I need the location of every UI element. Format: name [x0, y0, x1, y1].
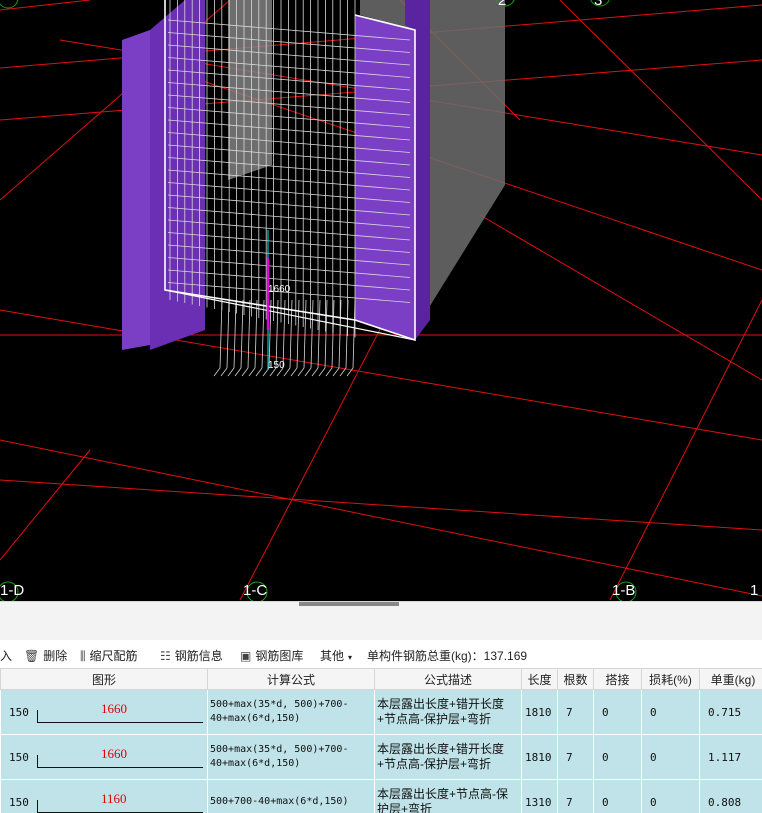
image-library-icon: ▣: [240, 649, 252, 663]
weight-cell[interactable]: 0.715: [699, 689, 762, 735]
rebar-toolbar: 入 🗑 删除 ⫼ 缩尺配筋 ☷ 钢筋信息 ▣ 钢筋图库 其他 ▾ 单构件钢筋总重(kg)：…: [0, 640, 762, 668]
delete-label: 删除: [43, 649, 68, 663]
axis-label-1d: 1-D: [0, 582, 25, 599]
trash-icon: 🗑: [24, 649, 40, 663]
weight-cell[interactable]: 0.808: [699, 779, 762, 813]
loss-cell[interactable]: 0: [641, 689, 700, 735]
loss-cell[interactable]: 0: [641, 779, 700, 813]
hook-length: 150: [9, 751, 29, 764]
formula-cell[interactable]: 500+max(35*d, 500)+700-40+max(6*d,150): [207, 734, 375, 780]
count-cell[interactable]: 7: [557, 689, 594, 735]
length-cell[interactable]: 1810: [521, 689, 558, 735]
description-cell[interactable]: 本层露出长度+节点高-保护层+弯折: [374, 779, 522, 813]
other-menu-button[interactable]: 其他 ▾: [320, 647, 352, 664]
header-count[interactable]: 根数: [557, 668, 594, 690]
lap-cell[interactable]: 0: [593, 779, 642, 813]
loss-cell[interactable]: 0: [641, 734, 700, 780]
header-weight[interactable]: 单重(kg): [699, 668, 762, 690]
header-lap[interactable]: 搭接: [593, 668, 642, 690]
table-row[interactable]: 150 1160 500+700-40+max(6*d,150) 本层露出长度+节…: [0, 779, 762, 813]
length-cell[interactable]: 1310: [521, 779, 558, 813]
description-cell[interactable]: 本层露出长度+错开长度+节点高-保护层+弯折: [374, 689, 522, 735]
total-weight-text: 单构件钢筋总重(kg)：137.169: [367, 649, 528, 663]
other-label: 其他: [320, 649, 345, 663]
count-cell[interactable]: 7: [557, 779, 594, 813]
shape-bar: [37, 767, 203, 768]
table-row[interactable]: 150 1660 500+max(35*d, 500)+700-40+max(6*…: [0, 734, 762, 780]
formula-cell[interactable]: 500+max(35*d, 500)+700-40+max(6*d,150): [207, 689, 375, 735]
description-cell[interactable]: 本层露出长度+错开长度+节点高-保护层+弯折: [374, 734, 522, 780]
shape-length: 1160: [101, 791, 127, 806]
dimension-150: 150: [268, 360, 285, 371]
rebar-info-button[interactable]: ☷ 钢筋信息: [160, 647, 223, 664]
wall-left-face: [122, 30, 150, 350]
3d-viewport[interactable]: 1-D 1-C 1-B 1 2 3 1660 150: [0, 0, 762, 601]
length-cell[interactable]: 1810: [521, 734, 558, 780]
rebar-table: 图形 计算公式 公式描述 长度 根数 搭接 损耗(%) 单重(kg) 150 16…: [0, 668, 762, 813]
panel-splitter[interactable]: [0, 601, 762, 641]
header-description[interactable]: 公式描述: [374, 668, 522, 690]
axis-label-1b: 1-B: [612, 582, 636, 599]
rebar-library-label: 钢筋图库: [255, 649, 304, 663]
bar-chart-icon: ⫼: [80, 649, 86, 663]
scale-rebar-label: 缩尺配筋: [89, 649, 138, 663]
model-drawing: [0, 0, 762, 601]
delete-button[interactable]: 🗑 删除: [24, 647, 67, 664]
rebar-info-label: 钢筋信息: [174, 649, 223, 663]
shape-bar: [37, 722, 203, 723]
shape-length: 1660: [101, 746, 127, 761]
toolbar-cut-item[interactable]: 入: [0, 647, 12, 664]
shape-length: 1660: [101, 701, 127, 716]
count-cell[interactable]: 7: [557, 734, 594, 780]
shape-cell[interactable]: 150 1160: [0, 779, 208, 813]
header-loss[interactable]: 损耗(%): [641, 668, 700, 690]
axis-label-top-3: 3: [594, 0, 603, 9]
header-formula[interactable]: 计算公式: [207, 668, 375, 690]
axis-label-top-2: 2: [498, 0, 507, 9]
header-length[interactable]: 长度: [521, 668, 558, 690]
shape-cell[interactable]: 150 1660: [0, 734, 208, 780]
axis-label-1: 1: [750, 582, 759, 599]
shape-cell[interactable]: 150 1660: [0, 689, 208, 735]
axis-label-1c: 1-C: [243, 582, 268, 599]
lap-cell[interactable]: 0: [593, 689, 642, 735]
dimension-1660: 1660: [268, 284, 291, 295]
table-row[interactable]: 150 1660 500+max(35*d, 500)+700-40+max(6*…: [0, 689, 762, 735]
rebar-library-button[interactable]: ▣ 钢筋图库: [240, 647, 303, 664]
scale-rebar-button[interactable]: ⫼ 缩尺配筋: [80, 647, 138, 664]
hook-length: 150: [9, 706, 29, 719]
lap-cell[interactable]: 0: [593, 734, 642, 780]
info-list-icon: ☷: [160, 649, 171, 663]
hook-length: 150: [9, 796, 29, 809]
splitter-grip[interactable]: [299, 602, 399, 606]
formula-cell[interactable]: 500+700-40+max(6*d,150): [207, 779, 375, 813]
chevron-down-icon: ▾: [348, 653, 353, 662]
header-shape[interactable]: 图形: [0, 668, 208, 690]
table-header-row: 图形 计算公式 公式描述 长度 根数 搭接 损耗(%) 单重(kg): [0, 668, 762, 690]
weight-cell[interactable]: 1.117: [699, 734, 762, 780]
